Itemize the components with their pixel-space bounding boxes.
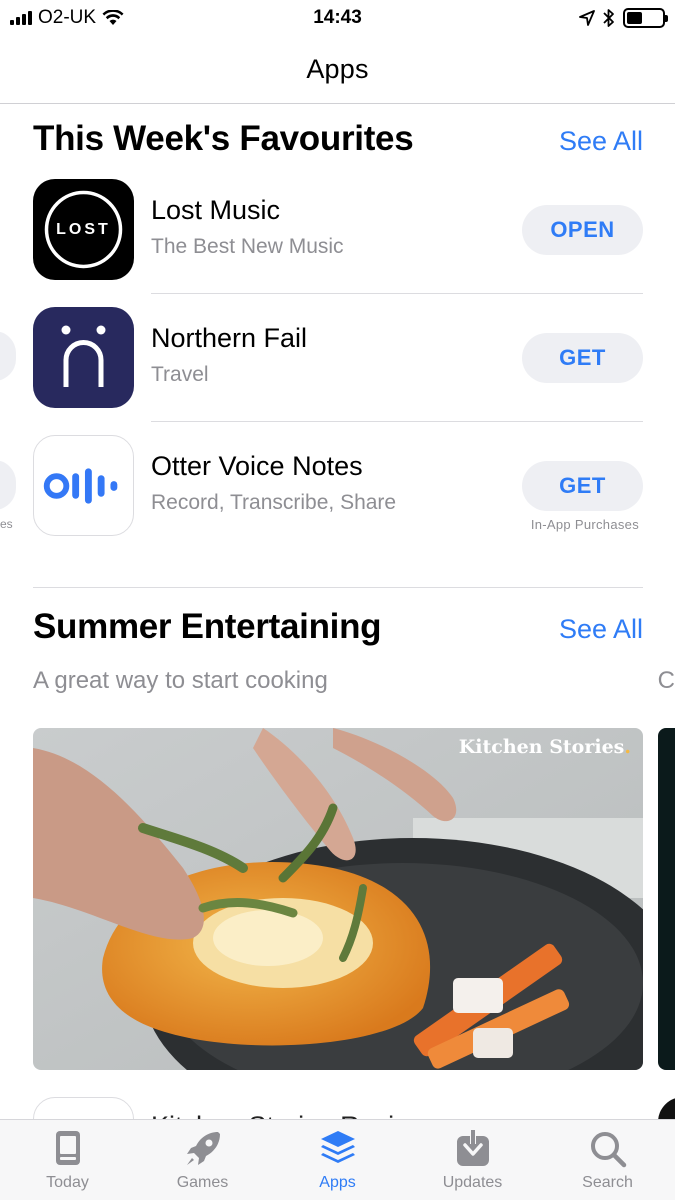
tab-label: Apps <box>319 1174 356 1191</box>
content-scroll[interactable]: This Week's Favourites See All es LOST L… <box>0 105 675 1120</box>
favourites-header: This Week's Favourites See All <box>33 119 643 159</box>
feature-brand-dot: . <box>624 736 631 758</box>
row-divider <box>151 421 643 422</box>
tab-label: Updates <box>442 1174 503 1191</box>
see-all-favourites-link[interactable]: See All <box>559 126 643 157</box>
section-subtitle: A great way to start cooking <box>33 667 328 694</box>
previous-column-note: es <box>0 517 13 531</box>
app-subtitle: Travel <box>151 363 209 386</box>
battery-icon <box>623 8 668 28</box>
today-icon <box>55 1131 80 1165</box>
previous-column-button[interactable] <box>0 331 16 381</box>
nav-bar: Apps <box>0 36 675 104</box>
open-button[interactable]: OPEN <box>522 205 643 255</box>
row-divider <box>151 293 643 294</box>
bluetooth-icon <box>603 9 614 27</box>
wifi-icon <box>102 10 124 25</box>
app-name: Otter Voice Notes <box>151 451 363 481</box>
lost-logo-text: LOST <box>56 220 111 238</box>
tab-today[interactable]: Today <box>0 1120 135 1200</box>
app-name: Lost Music <box>151 195 281 225</box>
status-left: O2-UK <box>10 7 124 29</box>
tab-games[interactable]: Games <box>135 1120 270 1200</box>
feature-brand: Kitchen Stories. <box>459 736 631 758</box>
tab-bar: Today Games Apps Updates Search <box>0 1119 675 1200</box>
feature-card-kitchen-stories[interactable]: Kitchen Stories. <box>33 728 643 1070</box>
tab-label: Games <box>176 1174 229 1191</box>
section-title-favourites: This Week's Favourites <box>33 119 414 158</box>
app-row-otter[interactable]: Otter Voice Notes Record, Transcribe, Sh… <box>33 435 643 537</box>
page-title: Apps <box>306 54 369 84</box>
lost-music-icon: LOST <box>33 179 134 280</box>
stack-icon <box>320 1131 355 1163</box>
carrier-label: O2-UK <box>38 7 97 28</box>
feature-image <box>33 728 643 1070</box>
feature-brand-text: Kitchen Stories <box>458 736 625 758</box>
summer-header: Summer Entertaining See All <box>33 607 643 647</box>
kitchen-stories-icon <box>33 1097 134 1120</box>
next-column-peek-text: C <box>657 667 675 694</box>
rocket-icon <box>186 1132 220 1165</box>
see-all-summer-link[interactable]: See All <box>559 614 643 645</box>
next-column-button[interactable] <box>658 1097 675 1120</box>
tab-apps[interactable]: Apps <box>270 1120 405 1200</box>
app-row-lost-music[interactable]: LOST Lost Music The Best New Music OPEN <box>33 179 643 281</box>
tab-label: Search <box>582 1174 633 1191</box>
download-icon <box>456 1130 489 1166</box>
app-subtitle: Record, Transcribe, Share <box>151 491 397 514</box>
status-bar: O2-UK 14:43 <box>0 0 675 36</box>
section-title-summer: Summer Entertaining <box>33 607 382 646</box>
app-subtitle: The Best New Music <box>151 235 344 258</box>
tab-label: Today <box>46 1174 89 1191</box>
section-divider <box>33 587 643 588</box>
status-right <box>579 8 668 28</box>
search-icon <box>590 1132 626 1168</box>
get-button[interactable]: GET <box>522 461 643 511</box>
signal-icon <box>10 11 32 25</box>
battery-fill <box>627 12 643 24</box>
app-row-northern-fail[interactable]: Northern Fail Travel GET <box>33 307 643 409</box>
app-name: Northern Fail <box>151 323 308 353</box>
northern-fail-icon <box>33 307 134 408</box>
location-icon <box>579 10 595 26</box>
next-feature-card[interactable] <box>658 728 675 1070</box>
in-app-purchases-note: In-App Purchases <box>530 517 639 532</box>
get-button[interactable]: GET <box>522 333 643 383</box>
otter-icon <box>33 435 134 536</box>
previous-column-button[interactable] <box>0 460 16 510</box>
tab-search[interactable]: Search <box>540 1120 675 1200</box>
tab-updates[interactable]: Updates <box>405 1120 540 1200</box>
